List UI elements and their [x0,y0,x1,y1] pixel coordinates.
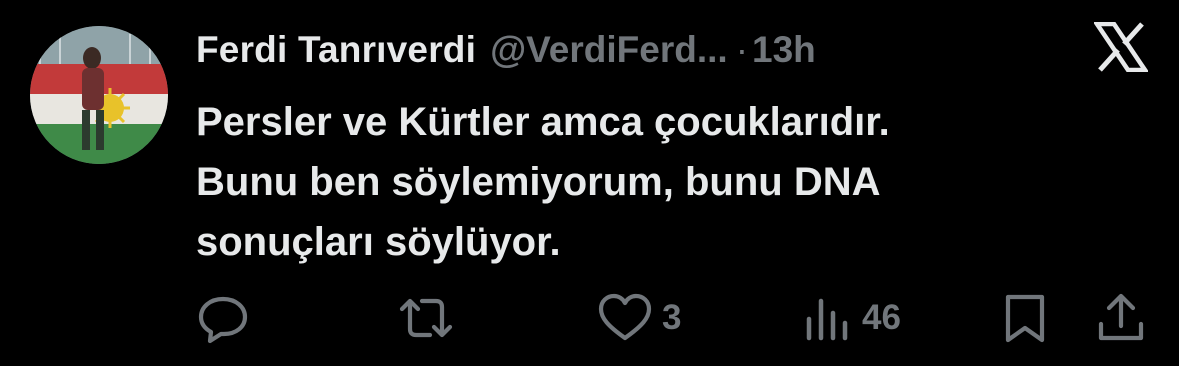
timestamp[interactable]: 13h [752,29,816,71]
repost-button[interactable] [398,288,454,348]
like-button[interactable]: 3 [598,288,681,348]
views-icon [806,298,848,341]
like-count: 3 [662,298,682,337]
tweet-text-line: Bunu ben söylemiyorum, bunu DNA [196,160,881,204]
tweet-text-line: Persler ve Kürtler amca çocuklarıdır. [196,100,890,144]
view-count: 46 [862,298,901,337]
tweet-text: Persler ve Kürtler amca çocuklarıdır. Bu… [196,92,1096,272]
heart-icon [598,293,652,341]
views-button[interactable]: 46 [804,288,901,348]
avatar-image [30,26,168,164]
x-logo-icon[interactable] [1092,21,1150,73]
author-display-name[interactable]: Ferdi Tanrıverdi [196,29,476,71]
avatar[interactable] [30,26,168,164]
share-icon [1098,293,1144,341]
author-handle[interactable]: @VerdiFerd... [490,29,728,71]
reply-icon [198,296,248,344]
bookmark-icon [1005,294,1045,343]
tweet-text-line: sonuçları söylüyor. [196,220,561,264]
separator-dot: · [735,29,749,70]
tweet[interactable]: Ferdi Tanrıverdi @VerdiFerd... · 13h Per… [0,0,1179,366]
bookmark-button[interactable] [1002,288,1048,348]
action-bar: 3 46 [0,288,1179,348]
reply-button[interactable] [196,288,250,348]
repost-icon [399,298,453,338]
share-button[interactable] [1096,288,1146,348]
tweet-header: Ferdi Tanrıverdi @VerdiFerd... · 13h [196,22,816,78]
